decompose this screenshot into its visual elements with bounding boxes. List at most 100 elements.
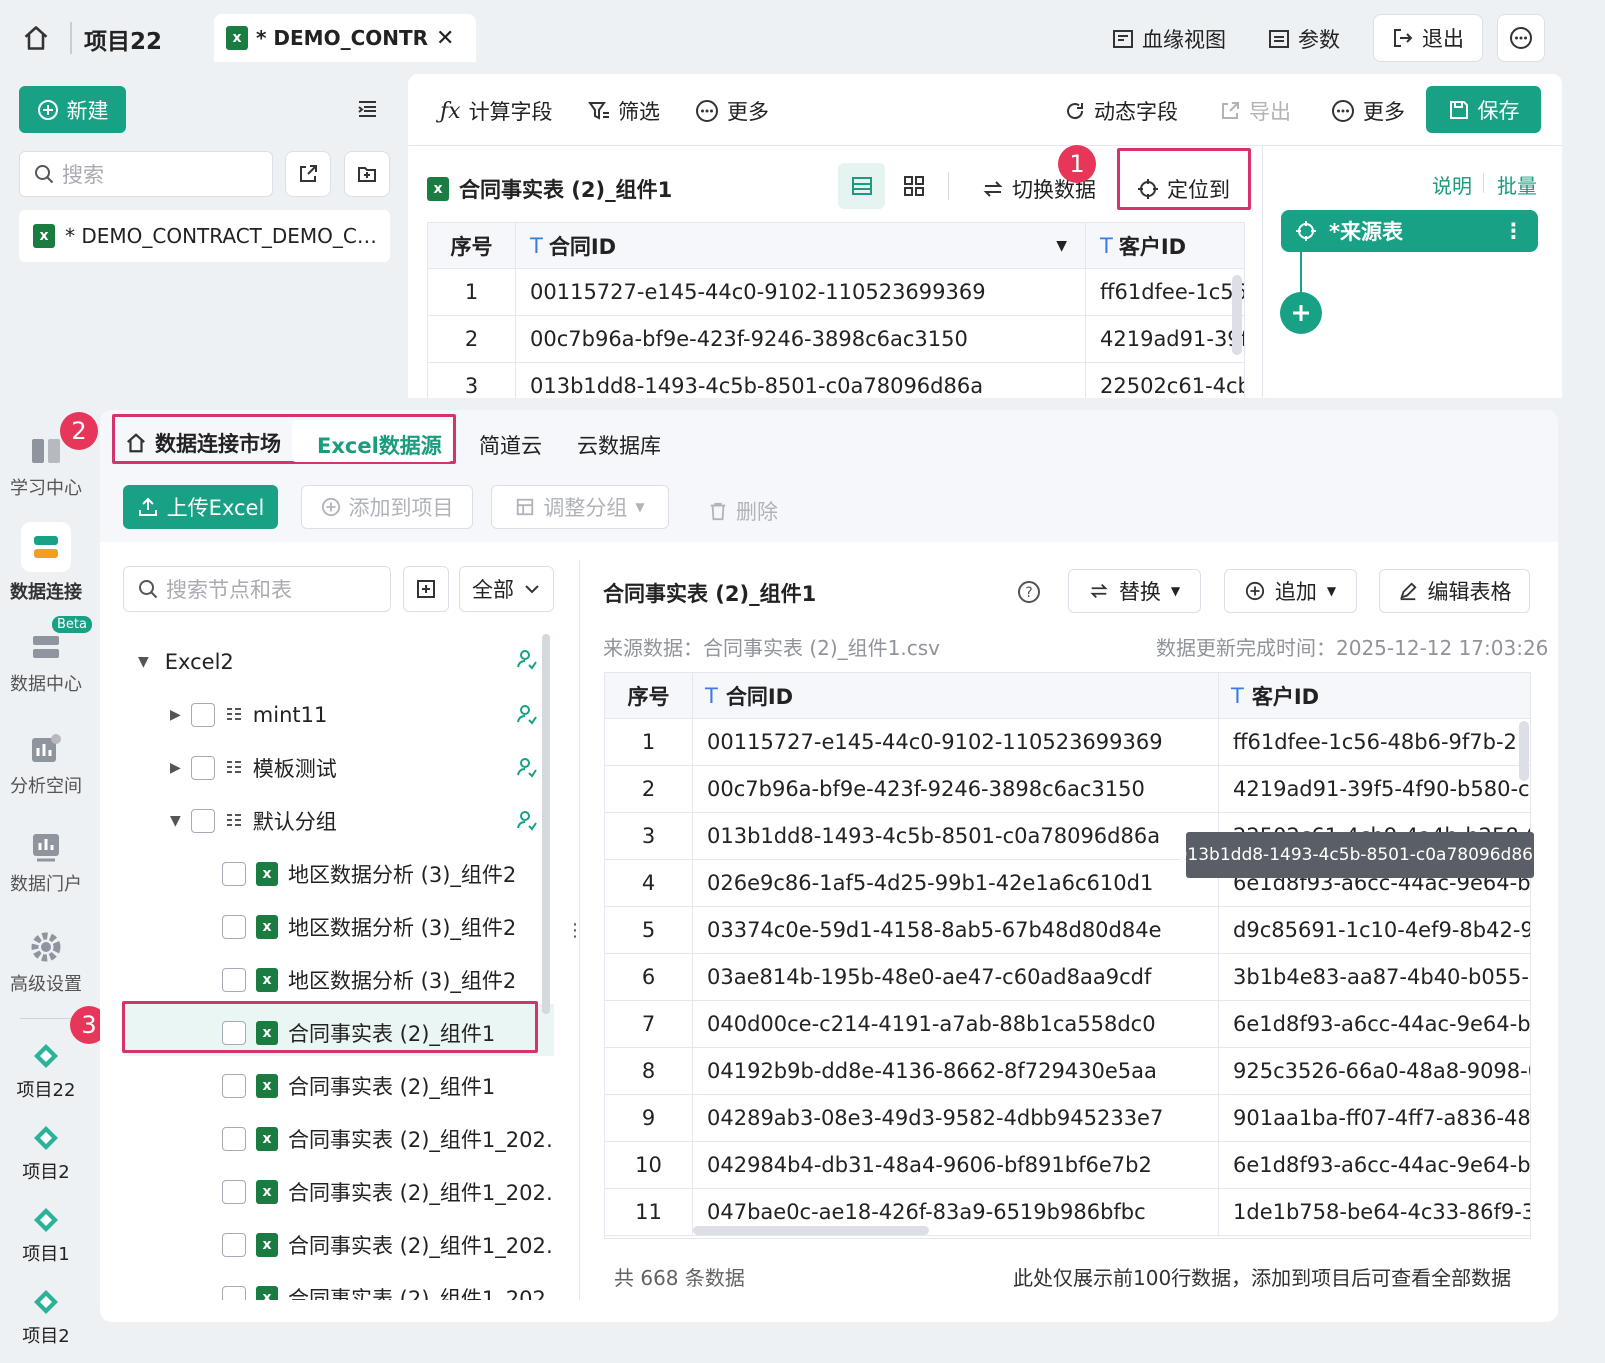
table-cell-contract-id[interactable]: 03374c0e-59d1-4158-8ab5-67b48d80d84e: [693, 907, 1219, 954]
table-cell-contract-id[interactable]: 042984b4-db31-48a4-9606-bf891bf6e7b2: [693, 1142, 1219, 1189]
column-header-customer-id[interactable]: T 客户ID: [1086, 223, 1244, 269]
checkbox[interactable]: [190, 703, 215, 727]
table-cell-contract-id[interactable]: 04192b9b-dd8e-4136-8662-8f729430e5aa: [693, 1048, 1219, 1095]
file-tab[interactable]: x * DEMO_CONTRA ✕: [214, 14, 476, 62]
tree-table-item[interactable]: x 合同事实表 (2)_组件1_202…: [222, 1170, 554, 1214]
table-cell-index[interactable]: 9: [605, 1095, 693, 1142]
table-cell-customer-id[interactable]: 925c3526-66a0-48a8-9098-0d: [1219, 1048, 1530, 1095]
table-cell-index[interactable]: 2: [605, 766, 693, 813]
user-permission-icon[interactable]: [516, 756, 538, 778]
add-folder-button[interactable]: [344, 151, 390, 197]
filter-button[interactable]: 筛选: [588, 96, 660, 126]
table-cell-contract-id[interactable]: 00115727-e145-44c0-9102-110523699369: [693, 719, 1219, 766]
checkbox[interactable]: [222, 862, 246, 886]
table-cell-index[interactable]: 1: [605, 719, 693, 766]
nav-project-2[interactable]: 项目2: [0, 1124, 92, 1184]
checkbox[interactable]: [222, 915, 246, 939]
left-search[interactable]: 搜索: [19, 151, 273, 197]
table-cell-contract-id[interactable]: 00115727-e145-44c0-9102-110523699369: [516, 269, 1086, 316]
caret-down-icon[interactable]: ▼: [1056, 238, 1067, 254]
new-button[interactable]: 新建: [19, 86, 126, 133]
table-cell-index[interactable]: 8: [605, 1048, 693, 1095]
tree-table-item[interactable]: x 合同事实表 (2)_组件1_202: [222, 1276, 546, 1300]
replace-button[interactable]: 替换 ▼: [1068, 569, 1201, 613]
nav-analysis-space[interactable]: 分析空间: [0, 732, 92, 798]
more-button-2[interactable]: 更多: [1331, 96, 1405, 126]
vertical-scrollbar[interactable]: [1232, 275, 1242, 355]
checkbox[interactable]: [222, 968, 246, 992]
append-button[interactable]: 追加 ▼: [1224, 569, 1357, 613]
table-cell-contract-id[interactable]: 026e9c86-1af5-4d25-99b1-42e1a6c610d1: [693, 860, 1219, 907]
help-icon[interactable]: ?: [1017, 580, 1041, 604]
caret-down-icon[interactable]: ▼: [138, 654, 149, 670]
table-cell-contract-id[interactable]: 04289ab3-08e3-49d3-9582-4dbb945233e7: [693, 1095, 1219, 1142]
table-cell-customer-id[interactable]: d9c85691-1c10-4ef9-8b42-98: [1219, 907, 1530, 954]
tree-node-group-template[interactable]: ▶ 模板测试: [170, 746, 337, 790]
caret-down-icon[interactable]: ▼: [170, 813, 181, 829]
table-cell-index[interactable]: 11: [605, 1189, 693, 1236]
tree-table-item[interactable]: x 合同事实表 (2)_组件1: [222, 1064, 495, 1108]
table-cell-index[interactable]: 3: [605, 813, 693, 860]
close-icon[interactable]: ✕: [436, 26, 454, 51]
collapse-icon[interactable]: [356, 98, 378, 120]
table-cell-index[interactable]: 4: [605, 860, 693, 907]
tree-search[interactable]: 搜索节点和表: [123, 566, 391, 612]
more-button-1[interactable]: 更多: [695, 96, 769, 126]
tree-scrollbar[interactable]: [542, 634, 550, 1014]
nav-project-2b[interactable]: 项目2: [0, 1288, 92, 1348]
save-button[interactable]: 保存: [1426, 86, 1541, 133]
expand-all-button[interactable]: [403, 566, 449, 612]
tree-table-item[interactable]: x 合同事实表 (2)_组件1_202…: [222, 1117, 554, 1161]
table-cell-contract-id[interactable]: 00c7b96a-bf9e-423f-9246-3898c6ac3150: [693, 766, 1219, 813]
tree-table-item[interactable]: x 地区数据分析 (3)_组件2: [222, 958, 516, 1002]
table-cell-index[interactable]: 3: [428, 363, 516, 398]
tree-node-root[interactable]: ▼ Excel2: [138, 640, 234, 684]
nav-project-22[interactable]: 项目22: [0, 1042, 92, 1102]
nav-project-1[interactable]: 项目1: [0, 1206, 92, 1266]
lineage-view-button[interactable]: 血缘视图: [1112, 24, 1226, 54]
checkbox[interactable]: [222, 1127, 246, 1151]
tree-search-input[interactable]: 搜索节点和表: [166, 574, 292, 604]
horizontal-scrollbar[interactable]: [693, 1226, 929, 1235]
external-link-button[interactable]: [285, 151, 331, 197]
table-cell-contract-id[interactable]: 013b1dd8-1493-4c5b-8501-c0a78096d86a: [516, 363, 1086, 398]
more-menu-button[interactable]: [1497, 14, 1545, 62]
table-cell-contract-id[interactable]: 040d00ce-c214-4191-a7ab-88b1ca558dc0: [693, 1001, 1219, 1048]
nav-data-portal[interactable]: 数据门户: [0, 830, 92, 896]
nav-data-connection[interactable]: 数据连接: [0, 522, 92, 604]
table-cell-index[interactable]: 10: [605, 1142, 693, 1189]
delete-button[interactable]: 删除: [708, 496, 778, 526]
export-button[interactable]: 导出: [1219, 96, 1291, 126]
exit-button[interactable]: 退出: [1373, 14, 1483, 62]
filter-select[interactable]: 全部: [459, 566, 554, 612]
explain-link[interactable]: 说明: [1432, 170, 1472, 199]
table-cell-customer-id[interactable]: 3b1b4e83-aa87-4b40-b055-bc: [1219, 954, 1530, 1001]
checkbox[interactable]: [190, 756, 215, 780]
resize-handle-icon[interactable]: ⋮: [566, 920, 584, 941]
checkbox[interactable]: [222, 1074, 246, 1098]
table-cell-contract-id[interactable]: 00c7b96a-bf9e-423f-9246-3898c6ac3150: [516, 316, 1086, 363]
kebab-icon[interactable]: ⋮: [1503, 219, 1524, 243]
home-icon[interactable]: [22, 24, 50, 52]
tree-node-group-mint11[interactable]: ▶ mint11: [170, 693, 327, 737]
table-cell-customer-id[interactable]: ff61dfee-1c56-: [1086, 269, 1244, 316]
tree-node-group-default[interactable]: ▼ 默认分组: [170, 799, 337, 843]
checkbox[interactable]: [222, 1286, 246, 1300]
tree-table-item[interactable]: x 地区数据分析 (3)_组件2: [222, 905, 516, 949]
file-list-item[interactable]: x * DEMO_CONTRACT_DEMO_C…: [19, 210, 390, 262]
table-cell-index[interactable]: 1: [428, 269, 516, 316]
checkbox[interactable]: [222, 1180, 246, 1204]
table-cell-customer-id[interactable]: 4219ad91-39f5-4f90-b580-c97: [1219, 766, 1530, 813]
adjust-group-button[interactable]: 调整分组 ▼: [491, 485, 669, 529]
table-cell-customer-id[interactable]: 901aa1ba-ff07-4ff7-a836-4821: [1219, 1095, 1530, 1142]
column-header-contract-id[interactable]: T 合同ID: [693, 673, 1219, 719]
table-cell-index[interactable]: 5: [605, 907, 693, 954]
tree-table-item[interactable]: x 地区数据分析 (3)_组件2: [222, 852, 516, 896]
caret-right-icon[interactable]: ▶: [170, 760, 181, 776]
nav-data-center[interactable]: 数据中心: [0, 630, 92, 696]
table-cell-customer-id[interactable]: 1de1b758-be64-4c33-86f9-3d: [1219, 1189, 1530, 1236]
user-permission-icon[interactable]: [516, 648, 538, 670]
table-cell-customer-id[interactable]: 6e1d8f93-a6cc-44ac-9e64-b39: [1219, 1001, 1530, 1048]
user-permission-icon[interactable]: [516, 809, 538, 831]
tab-jiandaoyun[interactable]: 简道云: [479, 430, 542, 460]
